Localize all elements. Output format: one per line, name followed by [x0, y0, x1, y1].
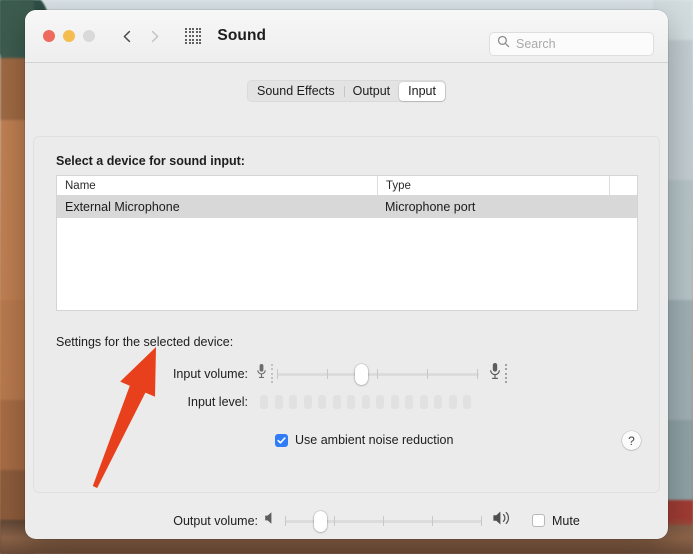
chevron-right-icon[interactable]	[148, 30, 161, 43]
sound-preferences-window: Sound Sound Effects Output Input Select …	[25, 10, 668, 539]
slider-track	[277, 372, 479, 376]
traffic-lights	[43, 30, 95, 42]
slider-tick	[481, 515, 482, 526]
input-level-row: Input level:	[56, 395, 616, 409]
noise-reduction-checkbox[interactable]	[275, 433, 288, 447]
slider-tick	[432, 515, 433, 526]
tab-input[interactable]: Input	[399, 81, 445, 101]
input-level-segment	[361, 395, 370, 409]
input-level-meter	[260, 395, 471, 409]
device-table[interactable]: Name Type External Microphone Microphone…	[56, 175, 638, 311]
input-volume-slider[interactable]	[277, 363, 479, 385]
input-level-segment	[376, 395, 384, 409]
microphone-small-level-dots-icon	[271, 363, 273, 384]
mute-label: Mute	[552, 513, 580, 528]
search-field[interactable]	[489, 32, 654, 56]
input-level-segment	[303, 395, 312, 409]
column-header-extra[interactable]	[609, 176, 637, 195]
input-level-segment	[448, 395, 457, 409]
slider-tick	[277, 368, 278, 379]
noise-reduction-checkbox-row[interactable]: Use ambient noise reduction	[275, 433, 453, 447]
window-content: Sound Effects Output Input Select a devi…	[25, 80, 668, 539]
navigation-buttons	[121, 30, 161, 43]
tab-output[interactable]: Output	[343, 82, 400, 101]
input-level-segment	[332, 395, 341, 409]
microphone-small-icon	[256, 363, 267, 384]
slider-tick	[377, 368, 378, 379]
table-header: Name Type	[57, 176, 637, 196]
slider-tick	[334, 515, 335, 526]
help-button-label: ?	[628, 433, 635, 448]
input-level-label: Input level:	[187, 395, 248, 409]
panel-heading: Select a device for sound input:	[56, 154, 245, 168]
output-volume-label: Output volume:	[173, 513, 258, 528]
chevron-left-icon[interactable]	[121, 30, 134, 43]
tab-bar: Sound Effects Output Input	[25, 80, 668, 102]
cell-device-type: Microphone port	[385, 200, 476, 214]
input-level-segment	[419, 395, 428, 409]
slider-tick	[477, 368, 478, 379]
input-level-segment	[289, 395, 297, 409]
output-volume-slider[interactable]	[285, 510, 482, 532]
microphone-large-icon	[489, 362, 501, 385]
column-header-type[interactable]: Type	[377, 176, 609, 195]
cell-device-name: External Microphone	[65, 200, 180, 214]
microphone-large-level-dots-icon	[505, 363, 507, 384]
input-level-segment	[434, 395, 442, 409]
input-level-segment	[405, 395, 413, 409]
column-header-name[interactable]: Name	[57, 176, 377, 195]
zoom-button[interactable]	[83, 30, 95, 42]
table-row[interactable]: External Microphone Microphone port	[57, 196, 637, 218]
help-question-icon[interactable]: ?	[622, 431, 641, 450]
output-volume-slider-thumb[interactable]	[313, 510, 327, 532]
speaker-high-icon	[492, 510, 514, 531]
search-input[interactable]	[516, 37, 646, 51]
slider-tick	[285, 515, 286, 526]
window-titlebar: Sound	[25, 10, 668, 63]
noise-reduction-label: Use ambient noise reduction	[295, 433, 454, 447]
slider-tick	[427, 368, 428, 379]
tab-sound-effects[interactable]: Sound Effects	[248, 82, 344, 101]
input-level-segment	[390, 395, 399, 409]
mute-checkbox-row[interactable]: Mute	[532, 514, 580, 528]
settings-heading: Settings for the selected device:	[56, 335, 234, 349]
segmented-control: Sound Effects Output Input	[246, 80, 447, 102]
input-level-segment	[463, 395, 471, 409]
slider-tick	[327, 368, 328, 379]
search-icon	[497, 35, 510, 53]
close-button[interactable]	[43, 30, 55, 42]
grid-apps-icon[interactable]	[185, 27, 202, 45]
input-volume-row: Input volume:	[56, 362, 616, 385]
input-volume-slider-thumb[interactable]	[355, 363, 369, 385]
slider-tick	[383, 515, 384, 526]
page-title: Sound	[217, 27, 267, 44]
input-level-segment	[260, 395, 268, 409]
speaker-low-icon	[264, 511, 277, 530]
input-level-segment	[318, 395, 326, 409]
input-level-segment	[347, 395, 355, 409]
input-level-segment	[274, 395, 283, 409]
output-volume-row: Output volume: Mute	[33, 510, 660, 532]
input-settings-panel: Select a device for sound input: Name Ty…	[33, 136, 660, 493]
minimize-button[interactable]	[63, 30, 75, 42]
input-volume-label: Input volume:	[172, 366, 248, 381]
mute-checkbox[interactable]	[532, 514, 545, 527]
